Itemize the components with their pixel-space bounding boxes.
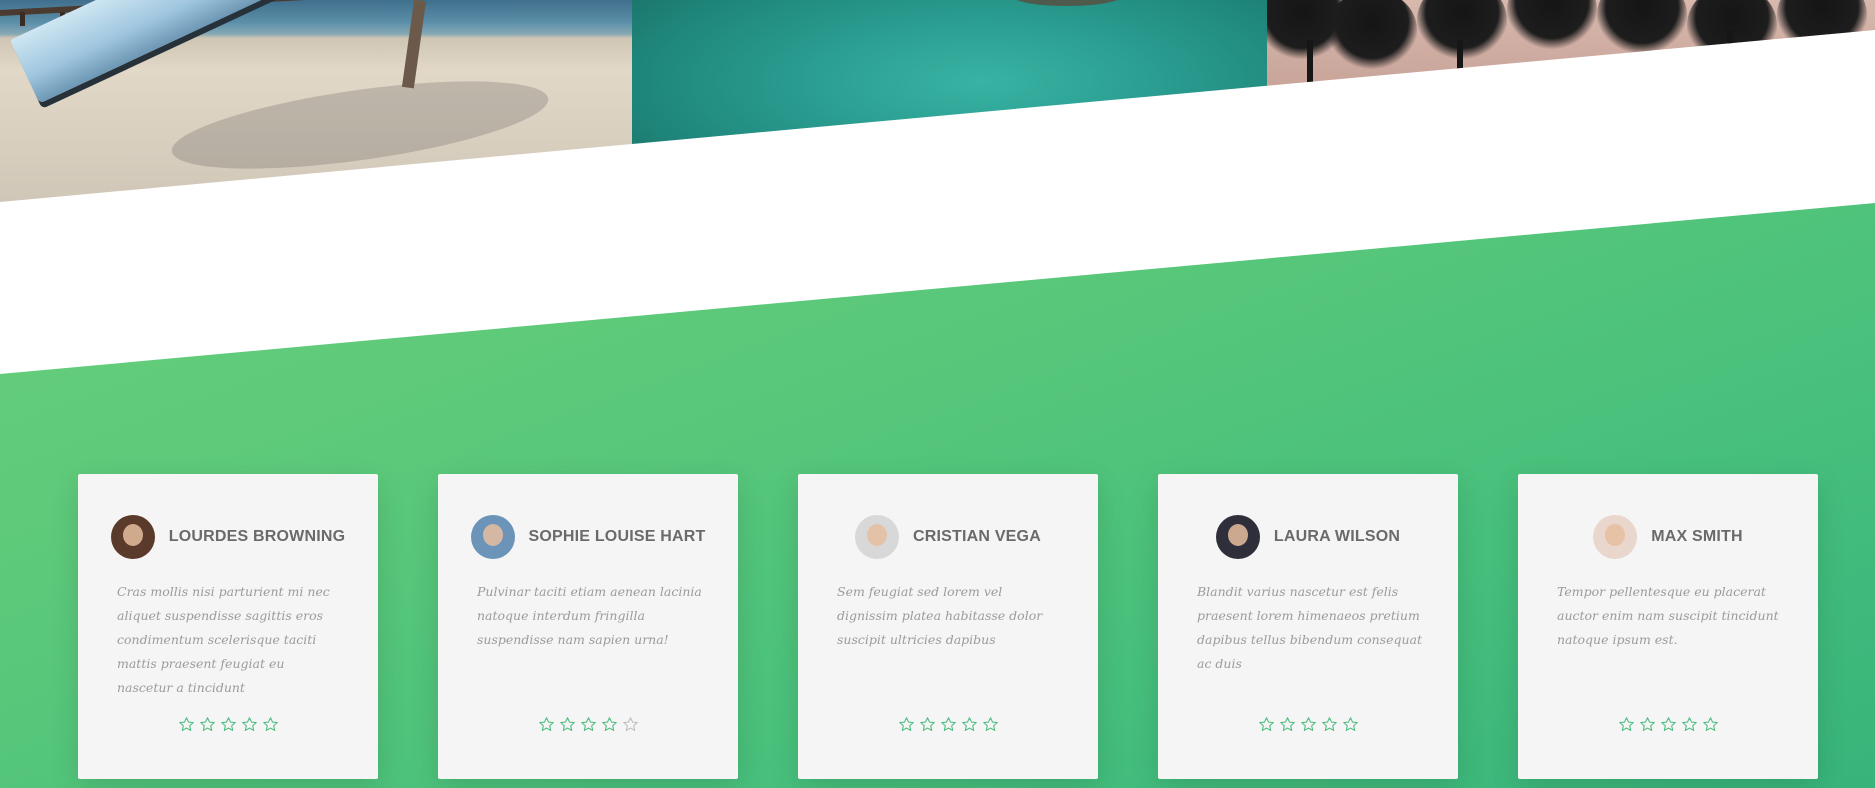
canoe-shape bbox=[10, 0, 312, 104]
star-rating bbox=[798, 716, 1098, 733]
star-filled-icon bbox=[262, 717, 278, 731]
reviewer-name: LAURA WILSON bbox=[1273, 528, 1401, 545]
testimonial-quote: Blandit varius nascetur est felis praese… bbox=[1197, 584, 1422, 671]
testimonial-quote: Pulvinar taciti etiam aenean lacinia nat… bbox=[477, 584, 702, 647]
avatar bbox=[855, 515, 900, 559]
photo-gallery-strip bbox=[0, 0, 1875, 202]
star-filled-icon bbox=[241, 717, 257, 731]
reviewer-name: CRISTIAN VEGA bbox=[913, 528, 1041, 545]
palm-stem bbox=[1457, 40, 1463, 80]
palm-silhouette bbox=[1327, 0, 1417, 70]
star-filled-icon bbox=[601, 717, 617, 731]
star-empty-icon bbox=[622, 717, 638, 731]
star-rating bbox=[438, 716, 738, 733]
star-rating bbox=[78, 716, 378, 733]
star-filled-icon bbox=[1660, 717, 1676, 731]
star-filled-icon bbox=[1681, 717, 1697, 731]
star-filled-icon bbox=[1279, 717, 1295, 731]
testimonial-quote: Cras mollis nisi parturient mi nec aliqu… bbox=[117, 584, 330, 695]
testimonial-quote: Tempor pellentesque eu placerat auctor e… bbox=[1557, 584, 1779, 647]
testimonial-card: LOURDES BROWNING Cras mollis nisi partur… bbox=[78, 474, 378, 779]
star-filled-icon bbox=[1342, 717, 1358, 731]
pier-post bbox=[20, 12, 25, 26]
avatar bbox=[470, 515, 515, 559]
avatar bbox=[110, 515, 155, 559]
avatar bbox=[1593, 515, 1638, 559]
star-rating bbox=[1158, 716, 1458, 733]
star-filled-icon bbox=[1702, 717, 1718, 731]
star-filled-icon bbox=[961, 717, 977, 731]
star-filled-icon bbox=[898, 717, 914, 731]
testimonial-card: MAX SMITH Tempor pellentesque eu placera… bbox=[1518, 474, 1818, 779]
reviewer-name: SOPHIE LOUISE HART bbox=[528, 528, 706, 545]
star-filled-icon bbox=[220, 717, 236, 731]
palm-silhouette bbox=[1777, 0, 1867, 55]
star-filled-icon bbox=[538, 717, 554, 731]
turquoise-lagoon-photo bbox=[632, 0, 1267, 202]
star-filled-icon bbox=[940, 717, 956, 731]
beach-canoe-photo bbox=[0, 0, 632, 202]
palm-silhouette bbox=[1507, 0, 1597, 50]
palm-trees-photo bbox=[1267, 0, 1875, 202]
palm-stem bbox=[1307, 40, 1313, 90]
star-rating bbox=[1518, 716, 1818, 733]
star-filled-icon bbox=[199, 717, 215, 731]
star-filled-icon bbox=[919, 717, 935, 731]
reviewer-name: MAX SMITH bbox=[1651, 528, 1743, 545]
star-filled-icon bbox=[559, 717, 575, 731]
testimonial-card: SOPHIE LOUISE HART Pulvinar taciti etiam… bbox=[438, 474, 738, 779]
star-filled-icon bbox=[1321, 717, 1337, 731]
star-filled-icon bbox=[1300, 717, 1316, 731]
palm-trunk-shape bbox=[401, 0, 427, 89]
reviewer-name: LOURDES BROWNING bbox=[168, 528, 346, 545]
island-shape bbox=[1012, 0, 1122, 6]
palm-stem bbox=[1727, 30, 1733, 50]
testimonials-section: LOURDES BROWNING Cras mollis nisi partur… bbox=[0, 474, 1875, 779]
star-filled-icon bbox=[982, 717, 998, 731]
star-filled-icon bbox=[580, 717, 596, 731]
star-filled-icon bbox=[1618, 717, 1634, 731]
star-filled-icon bbox=[1258, 717, 1274, 731]
palm-silhouette bbox=[1597, 0, 1687, 55]
testimonial-quote: Sem feugiat sed lorem vel dignissim plat… bbox=[837, 584, 1043, 647]
testimonial-card: CRISTIAN VEGA Sem feugiat sed lorem vel … bbox=[798, 474, 1098, 779]
palm-shadow-shape bbox=[166, 63, 554, 187]
star-filled-icon bbox=[178, 717, 194, 731]
star-filled-icon bbox=[1639, 717, 1655, 731]
testimonial-card: LAURA WILSON Blandit varius nascetur est… bbox=[1158, 474, 1458, 779]
avatar bbox=[1215, 515, 1260, 559]
